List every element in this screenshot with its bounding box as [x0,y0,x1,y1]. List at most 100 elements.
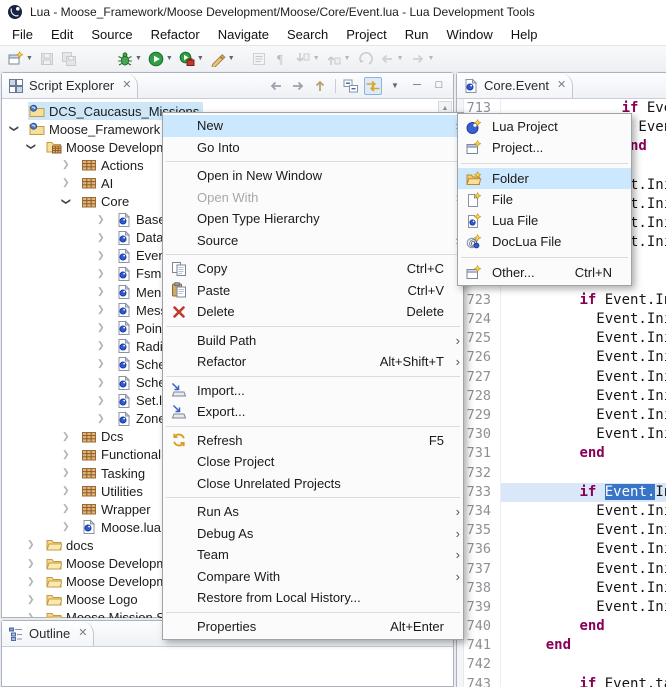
menu-item-restore-from-local-history[interactable]: Restore from Local History... [163,587,463,609]
chevron-right-icon[interactable]: ❯ [27,540,35,549]
chevron-right-icon[interactable]: ❯ [97,215,105,224]
close-icon[interactable]: ✕ [122,80,131,91]
dropdown-arrow-icon[interactable]: ▼ [228,55,235,62]
dropdown-arrow-icon[interactable]: ▼ [166,55,173,62]
dropdown-arrow-icon[interactable]: ▼ [135,55,142,62]
chevron-right-icon[interactable]: ❯ [97,414,105,423]
chevron-right-icon[interactable]: ❯ [97,341,105,350]
back-button[interactable]: ▼ [376,48,407,70]
chevron-right-icon[interactable]: ❯ [62,468,70,477]
up-button[interactable] [311,77,329,95]
chevron-right-icon[interactable]: ❯ [62,504,70,513]
collapse-all-button[interactable] [342,77,360,95]
menu-item-source[interactable]: Source› [163,230,463,252]
menu-search[interactable]: Search [278,24,337,45]
menu-source[interactable]: Source [82,24,141,45]
chevron-down-icon[interactable]: ❯ [26,143,35,151]
chevron-right-icon[interactable]: ❯ [62,486,70,495]
debug-button[interactable]: ▼ [114,48,145,70]
menu-navigate[interactable]: Navigate [209,24,278,45]
dropdown-arrow-icon[interactable]: ▼ [313,55,320,62]
submenu-item-lua-file[interactable]: Lua File [458,210,631,231]
menu-item-debug-as[interactable]: Debug As› [163,523,463,545]
menu-item-refactor[interactable]: RefactorAlt+Shift+T› [163,351,463,373]
save-button[interactable] [36,48,58,70]
tab-core-event[interactable]: Core.Event ✕ [457,73,573,98]
menu-refactor[interactable]: Refactor [142,24,209,45]
chevron-right-icon[interactable]: ❯ [62,432,70,441]
dropdown-arrow-icon[interactable]: ▼ [397,55,404,62]
chevron-right-icon[interactable]: ❯ [62,450,70,459]
last-edit-location-button[interactable] [354,48,376,70]
menu-item-properties[interactable]: PropertiesAlt+Enter [163,616,463,638]
forward-button[interactable] [289,77,307,95]
menu-item-close-unrelated-projects[interactable]: Close Unrelated Projects [163,473,463,495]
new-wizard-button[interactable]: ▼ [5,48,36,70]
chevron-right-icon[interactable]: ❯ [97,233,105,242]
submenu-item-lua-project[interactable]: Lua Project [458,116,631,137]
submenu-item-folder[interactable]: Folder [458,168,631,189]
forward-button[interactable]: ▼ [407,48,438,70]
menu-item-run-as[interactable]: Run As› [163,501,463,523]
menu-item-go-into[interactable]: Go Into [163,137,463,159]
maximize-button[interactable]: □ [430,77,448,95]
menu-item-open-in-new-window[interactable]: Open in New Window [163,165,463,187]
minimize-button[interactable]: ─ [408,77,426,95]
chevron-right-icon[interactable]: ❯ [27,577,35,586]
menu-file[interactable]: File [3,24,42,45]
save-all-button[interactable] [58,48,80,70]
chevron-right-icon[interactable]: ❯ [97,396,105,405]
menu-item-team[interactable]: Team› [163,544,463,566]
menu-item-import[interactable]: Import... [163,380,463,402]
chevron-right-icon[interactable]: ❯ [97,269,105,278]
menu-item-build-path[interactable]: Build Path› [163,330,463,352]
dropdown-arrow-icon[interactable]: ▼ [344,55,351,62]
submenu-item-project[interactable]: Project... [458,137,631,158]
submenu-item-other[interactable]: Other...Ctrl+N [458,262,631,283]
chevron-down-icon[interactable]: ❯ [9,125,18,133]
menu-window[interactable]: Window [438,24,502,45]
chevron-right-icon[interactable]: ❯ [27,559,35,568]
tab-script-explorer[interactable]: Script Explorer ✕ [2,73,138,98]
menu-item-open-type-hierarchy[interactable]: Open Type Hierarchy [163,208,463,230]
menu-item-paste[interactable]: PasteCtrl+V [163,280,463,302]
menu-item-new[interactable]: New› [163,115,463,137]
chevron-right-icon[interactable]: ❯ [97,378,105,387]
dropdown-arrow-icon[interactable]: ▼ [26,55,33,62]
menu-help[interactable]: Help [502,24,547,45]
submenu-item-doclua-file[interactable]: @DocLua File [458,231,631,252]
open-element-button[interactable] [248,48,270,70]
chevron-right-icon[interactable]: ❯ [27,595,35,604]
chevron-right-icon[interactable]: ❯ [97,323,105,332]
dropdown-arrow-icon[interactable]: ▼ [428,55,435,62]
menu-item-refresh[interactable]: RefreshF5 [163,430,463,452]
back-button[interactable] [267,77,285,95]
link-with-editor-button[interactable] [364,77,382,95]
dropdown-arrow-icon[interactable]: ▼ [197,55,204,62]
menu-run[interactable]: Run [396,24,438,45]
run-external-button[interactable]: ▼ [176,48,207,70]
chevron-right-icon[interactable]: ❯ [62,160,70,169]
menu-item-close-project[interactable]: Close Project [163,451,463,473]
chevron-right-icon[interactable]: ❯ [62,178,70,187]
chevron-right-icon[interactable]: ❯ [97,251,105,260]
tab-outline[interactable]: Outline ✕ [2,621,94,646]
chevron-down-icon[interactable]: ❯ [61,197,70,205]
next-annotation-button[interactable]: ▼ [292,48,323,70]
close-icon[interactable]: ✕ [78,628,87,639]
chevron-right-icon[interactable]: ❯ [97,305,105,314]
menu-item-copy[interactable]: CopyCtrl+C [163,258,463,280]
close-icon[interactable]: ✕ [557,80,566,91]
view-menu-button[interactable]: ▼ [386,77,404,95]
chevron-right-icon[interactable]: ❯ [97,287,105,296]
chevron-right-icon[interactable]: ❯ [62,522,70,531]
submenu-item-file[interactable]: File [458,189,631,210]
menu-edit[interactable]: Edit [42,24,82,45]
chevron-right-icon[interactable]: ❯ [97,359,105,368]
menu-item-compare-with[interactable]: Compare With› [163,566,463,588]
run-button[interactable]: ▼ [145,48,176,70]
chevron-right-icon[interactable]: ❯ [27,613,35,618]
show-whitespace-button[interactable]: ¶ [270,48,292,70]
menu-item-open-with[interactable]: Open With› [163,187,463,209]
menu-item-export[interactable]: Export... [163,401,463,423]
